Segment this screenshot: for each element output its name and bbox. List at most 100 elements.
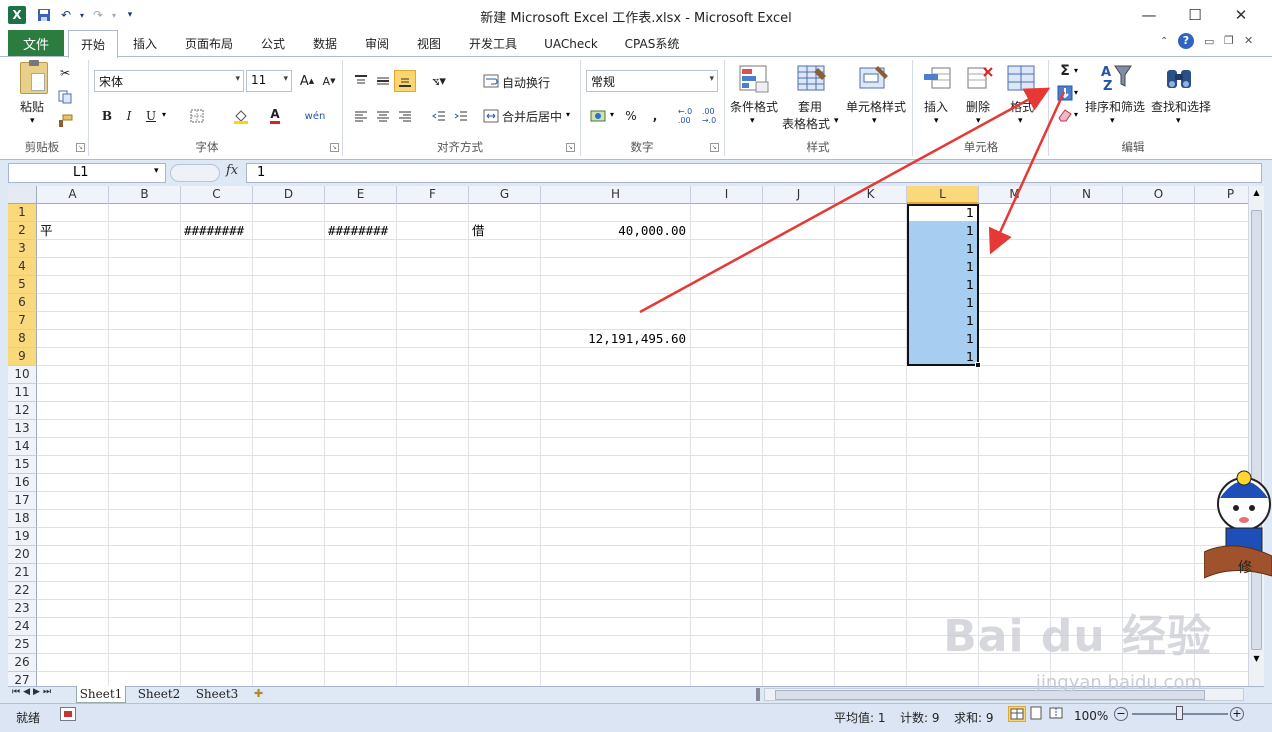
- zoom-in-icon[interactable]: +: [1230, 707, 1244, 721]
- row-header-27[interactable]: 27: [8, 672, 37, 686]
- row-header-3[interactable]: 3: [8, 240, 37, 258]
- row-header-17[interactable]: 17: [8, 492, 37, 510]
- increase-decimal-icon[interactable]: ←.0.00: [674, 105, 696, 127]
- format-cells-button[interactable]: 格式: [1010, 98, 1034, 115]
- column-header-D[interactable]: D: [253, 186, 325, 204]
- sheet-nav-icons[interactable]: ⏮◀▶⏭: [12, 687, 54, 697]
- column-header-M[interactable]: M: [979, 186, 1051, 204]
- row-header-18[interactable]: 18: [8, 510, 37, 528]
- sort-dropdown-icon[interactable]: ▾: [1110, 116, 1115, 126]
- cell-L6[interactable]: 1: [910, 294, 974, 312]
- cell-L2[interactable]: 1: [910, 222, 974, 240]
- macro-record-icon[interactable]: [60, 707, 76, 721]
- clear-dropdown-icon[interactable]: ▾: [1074, 110, 1078, 119]
- name-box[interactable]: L1: [8, 163, 166, 183]
- align-middle-icon[interactable]: [372, 70, 394, 92]
- page-layout-view-icon[interactable]: [1028, 706, 1046, 722]
- cell-L3[interactable]: 1: [910, 240, 974, 258]
- decrease-decimal-icon[interactable]: .00 →.0: [698, 105, 720, 127]
- tab-home[interactable]: 开始: [68, 30, 118, 58]
- minimize-button[interactable]: —: [1126, 0, 1172, 30]
- sort-filter-icon[interactable]: AZ: [1100, 62, 1132, 94]
- cell-L1[interactable]: 1: [910, 204, 974, 222]
- fill-handle[interactable]: [975, 362, 981, 368]
- shrink-font-icon[interactable]: A ▼: [318, 70, 340, 92]
- tab-split-handle[interactable]: [756, 688, 760, 701]
- format-as-table-label-2[interactable]: 表格格式: [782, 115, 830, 132]
- alignment-launcher-icon[interactable]: ↘: [566, 143, 575, 152]
- autosum-dropdown-icon[interactable]: ▾: [1074, 66, 1078, 75]
- cell-L7[interactable]: 1: [910, 312, 974, 330]
- row-header-22[interactable]: 22: [8, 582, 37, 600]
- formula-input[interactable]: 1: [246, 163, 1262, 183]
- name-box-dropdown-icon[interactable]: ▾: [154, 166, 159, 176]
- formula-bar-expander[interactable]: [170, 164, 220, 182]
- font-color-icon[interactable]: A: [264, 104, 286, 126]
- row-header-20[interactable]: 20: [8, 546, 37, 564]
- insert-cells-icon[interactable]: [922, 64, 952, 92]
- italic-button[interactable]: I: [118, 105, 140, 127]
- close-workbook-icon[interactable]: ✕: [1244, 34, 1253, 47]
- cut-icon[interactable]: ✂: [54, 62, 76, 84]
- row-header-9[interactable]: 9: [8, 348, 37, 366]
- increase-indent-icon[interactable]: [450, 105, 472, 127]
- borders-icon[interactable]: [186, 105, 208, 127]
- column-header-H[interactable]: H: [541, 186, 691, 204]
- insert-function-button[interactable]: fx: [226, 163, 246, 183]
- find-select-button[interactable]: 查找和选择: [1151, 98, 1211, 115]
- cell-L9[interactable]: 1: [910, 348, 974, 366]
- select-all-corner[interactable]: [8, 186, 37, 204]
- vertical-scrollbar[interactable]: ▲ ▼: [1248, 186, 1264, 686]
- row-header-19[interactable]: 19: [8, 528, 37, 546]
- row-header-25[interactable]: 25: [8, 636, 37, 654]
- orientation-icon[interactable]: ⦪▾: [428, 70, 450, 92]
- delete-cells-icon[interactable]: [966, 64, 996, 92]
- column-header-B[interactable]: B: [109, 186, 181, 204]
- merge-center-icon[interactable]: [480, 105, 502, 127]
- cell-L8[interactable]: 1: [910, 330, 974, 348]
- merge-dropdown-icon[interactable]: ▾: [566, 110, 570, 119]
- zoom-level[interactable]: 100%: [1074, 709, 1108, 723]
- help-icon[interactable]: ?: [1178, 33, 1194, 49]
- cell-H2[interactable]: 40,000.00: [544, 222, 686, 240]
- align-left-icon[interactable]: [350, 105, 372, 127]
- clipboard-launcher-icon[interactable]: ↘: [76, 143, 85, 152]
- sheet-tab-1[interactable]: Sheet1: [76, 686, 126, 703]
- cell-styles-dropdown-icon[interactable]: ▾: [872, 116, 877, 126]
- find-select-icon[interactable]: [1164, 62, 1196, 94]
- row-header-16[interactable]: 16: [8, 474, 37, 492]
- cell-styles-icon[interactable]: [858, 64, 890, 94]
- format-as-table-icon[interactable]: [796, 64, 828, 94]
- cell-A2[interactable]: 平: [40, 222, 104, 240]
- format-painter-icon[interactable]: [54, 110, 76, 132]
- percent-button[interactable]: %: [620, 105, 642, 127]
- accounting-format-icon[interactable]: [588, 105, 610, 127]
- row-header-8[interactable]: 8: [8, 330, 37, 348]
- maximize-button[interactable]: ☐: [1172, 0, 1218, 30]
- underline-button[interactable]: U: [140, 105, 162, 127]
- column-header-N[interactable]: N: [1051, 186, 1123, 204]
- phonetic-icon[interactable]: wén: [304, 105, 326, 127]
- conditional-dropdown-icon[interactable]: ▾: [750, 116, 755, 126]
- row-header-26[interactable]: 26: [8, 654, 37, 672]
- tab-formulas[interactable]: 公式: [252, 30, 294, 57]
- format-cells-icon[interactable]: [1006, 64, 1036, 92]
- format-dropdown-icon[interactable]: ▾: [1018, 116, 1023, 126]
- column-header-K[interactable]: K: [835, 186, 907, 204]
- column-header-E[interactable]: E: [325, 186, 397, 204]
- align-top-icon[interactable]: [350, 70, 372, 92]
- tab-view[interactable]: 视图: [408, 30, 450, 57]
- row-header-14[interactable]: 14: [8, 438, 37, 456]
- conditional-formatting-icon[interactable]: [738, 64, 770, 94]
- paste-icon[interactable]: [20, 60, 48, 94]
- number-format-combo[interactable]: 常规 ▾: [586, 70, 718, 92]
- fill-dropdown-icon[interactable]: ▾: [1074, 88, 1078, 97]
- paste-dropdown-icon[interactable]: ▾: [30, 116, 35, 126]
- row-header-11[interactable]: 11: [8, 384, 37, 402]
- collapse-ribbon-icon[interactable]: ⌃: [1160, 36, 1168, 47]
- tab-data[interactable]: 数据: [304, 30, 346, 57]
- row-header-23[interactable]: 23: [8, 600, 37, 618]
- tab-file[interactable]: 文件: [8, 30, 64, 56]
- row-header-2[interactable]: 2: [8, 222, 37, 240]
- restore-workbook-icon[interactable]: ❐: [1224, 34, 1234, 47]
